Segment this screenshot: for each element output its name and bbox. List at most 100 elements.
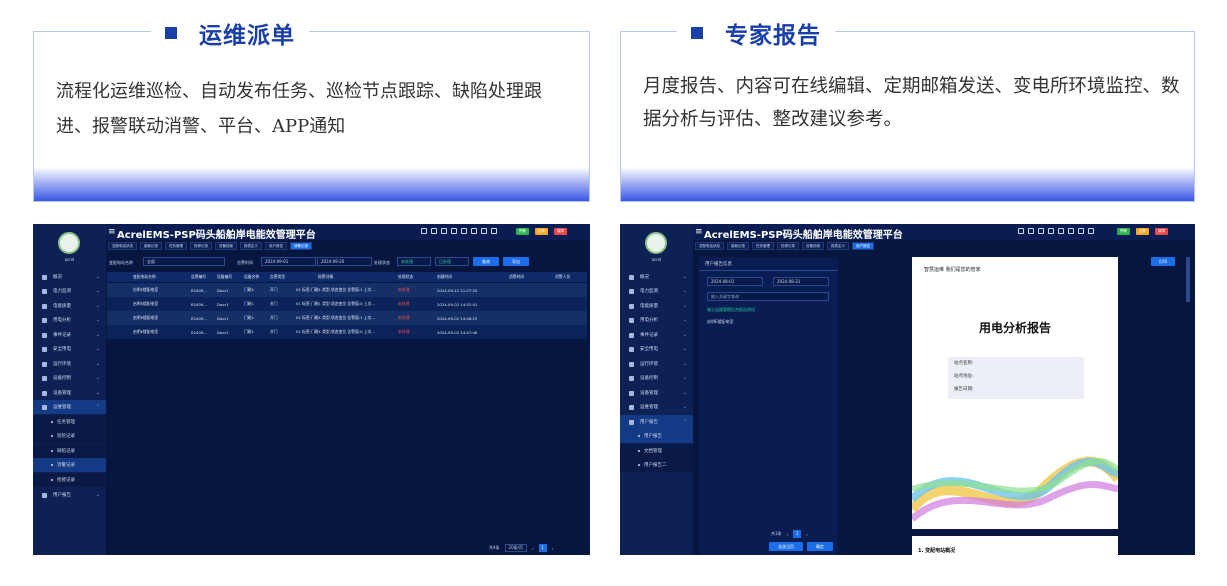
prev-page-icon[interactable]: ‹	[787, 532, 789, 537]
tab-repair[interactable]: 抢修记录	[190, 242, 212, 250]
fault-badge[interactable]: 故障	[1155, 228, 1168, 235]
sidebar-item-analysis[interactable]: 用电分析 ⌄	[620, 313, 693, 327]
fullscreen-icon[interactable]	[1068, 228, 1074, 234]
tab-energy[interactable]: 能耗记录	[727, 242, 749, 250]
menu-icon[interactable]: ≡	[108, 227, 116, 237]
table-cell: 开门	[270, 287, 278, 292]
page-number[interactable]: 1	[538, 544, 547, 552]
sidebar-subitem-docs[interactable]: 文档管理	[620, 444, 693, 458]
refresh-icon[interactable]	[451, 228, 457, 234]
sidebar-item-overview[interactable]: 概况 ⌄	[620, 270, 693, 284]
globe-icon[interactable]	[1018, 228, 1024, 234]
report-list-item[interactable]: 瑞士运维管理后台报告测试	[707, 307, 755, 313]
page-size-select[interactable]: 20条/页	[504, 544, 527, 552]
sidebar-subitem-alarm-clear[interactable]: 消警记录	[33, 458, 106, 472]
image-icon[interactable]	[481, 228, 487, 234]
sidebar-subitem-repair[interactable]: 抢修记录	[33, 473, 106, 487]
refresh-icon[interactable]	[1048, 228, 1054, 234]
alarm-badge[interactable]: 告警	[535, 228, 548, 235]
table-row[interactable]: 启明E楼配电室 R2409... Door1 门磁1 开门 01 标签:门磁1 类型:状态…	[107, 311, 587, 325]
table-row[interactable]: 启明E楼配电室 R2409... Door1 门磁1 关门 01 标签:门磁1 类型:状态…	[107, 297, 587, 311]
sidebar-item-ops[interactable]: 运维管理 ⌄	[620, 400, 693, 414]
sidebar-item-events[interactable]: 事件记录 ⌄	[620, 328, 693, 342]
report-list-item[interactable]: 启明E楼配电室	[707, 319, 734, 325]
fault-badge[interactable]: 故障	[554, 228, 567, 235]
shirt-icon[interactable]	[1088, 228, 1094, 234]
date-to-input[interactable]: 2024-08-31	[773, 277, 829, 286]
tab-user-report[interactable]: 用户报告	[852, 242, 874, 250]
sidebar-item-quality[interactable]: 电能质量 ⌄	[33, 299, 106, 313]
sidebar-item-power[interactable]: 电力监测 ⌄	[620, 284, 693, 298]
logo-icon	[58, 232, 80, 254]
tab-tasks[interactable]: 任务管理	[165, 242, 187, 250]
section-heading: 1. 变配电站概况	[918, 548, 956, 554]
sidebar-item-events[interactable]: 事件记录 ⌄	[33, 328, 106, 342]
sidebar-subitem-defects[interactable]: 缺陷记录	[33, 444, 106, 458]
tab-devices[interactable]: 设备档案	[802, 242, 824, 250]
sidebar-item-devices[interactable]: 设备管理 ⌄	[620, 386, 693, 400]
sidebar-item-quality[interactable]: 电能质量 ⌄	[620, 299, 693, 313]
status-handled-toggle[interactable]: 已处理	[435, 257, 469, 266]
sidebar-item-overview[interactable]: 概况 ⌄	[33, 270, 106, 284]
sidebar-item-control[interactable]: 设备控制 ⌄	[33, 371, 106, 385]
tab-tasks[interactable]: 任务管理	[752, 242, 774, 250]
next-page-icon[interactable]: ›	[806, 532, 808, 537]
export-button[interactable]: 导出	[503, 257, 529, 266]
date-from-input[interactable]: 2024-08-01	[707, 277, 763, 286]
sidebar-item-ops[interactable]: 运维管理 ⌃	[33, 400, 106, 414]
chevron-down-icon: ⌄	[682, 303, 687, 309]
search-input[interactable]: 输入关键字查询	[707, 292, 829, 301]
image-icon[interactable]	[1078, 228, 1084, 234]
sidebar-item-user-report[interactable]: 抢修记录AcrelEMS-PSP码头船舶岸电能效管理平台用户报告⌄	[33, 488, 106, 502]
tab-report-def[interactable]: 报表定义	[827, 242, 849, 250]
tab-station-status[interactable]: 变配电站状态	[108, 242, 137, 250]
tab-energy[interactable]: 能耗记录	[140, 242, 162, 250]
tab-alarm-clear[interactable]: 消警记录	[290, 242, 312, 250]
sidebar-item-safety[interactable]: 安全用电 ⌄	[33, 342, 106, 356]
warning-badge[interactable]: 预警	[516, 228, 529, 235]
date-to-input[interactable]: 2024-09-20	[317, 257, 372, 266]
sidebar-item-environment[interactable]: 运行环境 ⌄	[620, 357, 693, 371]
tab-user-report[interactable]: 用户报告	[265, 242, 287, 250]
sidebar-item-power[interactable]: 电力监测 ⌄	[33, 284, 106, 298]
scrollbar[interactable]	[1186, 257, 1190, 302]
tab-devices[interactable]: 设备档案	[215, 242, 237, 250]
sound-icon[interactable]	[1038, 228, 1044, 234]
confirm-button[interactable]: 确定	[807, 542, 833, 551]
tab-station-status[interactable]: 变配电站状态	[695, 242, 724, 250]
warning-badge[interactable]: 预警	[1117, 228, 1130, 235]
sidebar-subitem-inspection[interactable]: 巡检记录	[33, 429, 106, 443]
sidebar-item-devices[interactable]: 设备管理 ⌄	[33, 386, 106, 400]
tab-repair[interactable]: 抢修记录	[777, 242, 799, 250]
table-row[interactable]: 启明E楼配电室 R2409... Door1 门磁1 开门 01 标签:门磁1 类型:状态…	[107, 283, 587, 297]
table-row[interactable]: 启明E楼配电室 R2409... Door1 门磁1 关门 01 标签:门磁1 类型:状态…	[107, 325, 587, 339]
tab-report-def[interactable]: 报表定义	[240, 242, 262, 250]
alarm-badge[interactable]: 告警	[1136, 228, 1149, 235]
next-page-icon[interactable]: ›	[552, 546, 554, 551]
sidebar-item-environment[interactable]: 运行环境 ⌄	[33, 357, 106, 371]
sidebar-item-user-report[interactable]: 用户报告 ⌃	[620, 415, 693, 429]
sidebar-item-safety[interactable]: 安全用电 ⌄	[620, 342, 693, 356]
prev-page-icon[interactable]: ‹	[532, 546, 534, 551]
fullscreen-icon[interactable]	[471, 228, 477, 234]
sidebar-item-analysis[interactable]: 用电分析 ⌄	[33, 313, 106, 327]
sidebar-item-control[interactable]: 设备控制 ⌄	[620, 371, 693, 385]
search-icon[interactable]	[431, 228, 437, 234]
save-icon[interactable]	[461, 228, 467, 234]
print-button[interactable]: 打印	[1151, 257, 1175, 266]
select-all-button[interactable]: 全选当页	[769, 542, 803, 551]
sound-icon[interactable]	[441, 228, 447, 234]
status-unhandled-toggle[interactable]: 未处理	[397, 257, 431, 266]
sidebar-subitem-user-report[interactable]: 用户报告	[620, 429, 693, 443]
page-number[interactable]: 1	[793, 530, 802, 538]
menu-icon[interactable]: ≡	[695, 227, 703, 237]
search-icon[interactable]	[1028, 228, 1034, 234]
sidebar-subitem-user-report-2[interactable]: 用户报告二	[620, 458, 693, 472]
save-icon[interactable]	[1058, 228, 1064, 234]
globe-icon[interactable]	[421, 228, 427, 234]
sidebar-subitem-tasks[interactable]: 任务管理	[33, 415, 106, 429]
query-button[interactable]: 查询	[473, 257, 499, 266]
station-select[interactable]: 全部	[143, 257, 225, 266]
date-from-input[interactable]: 2024-09-01	[261, 257, 316, 266]
shirt-icon[interactable]	[491, 228, 497, 234]
